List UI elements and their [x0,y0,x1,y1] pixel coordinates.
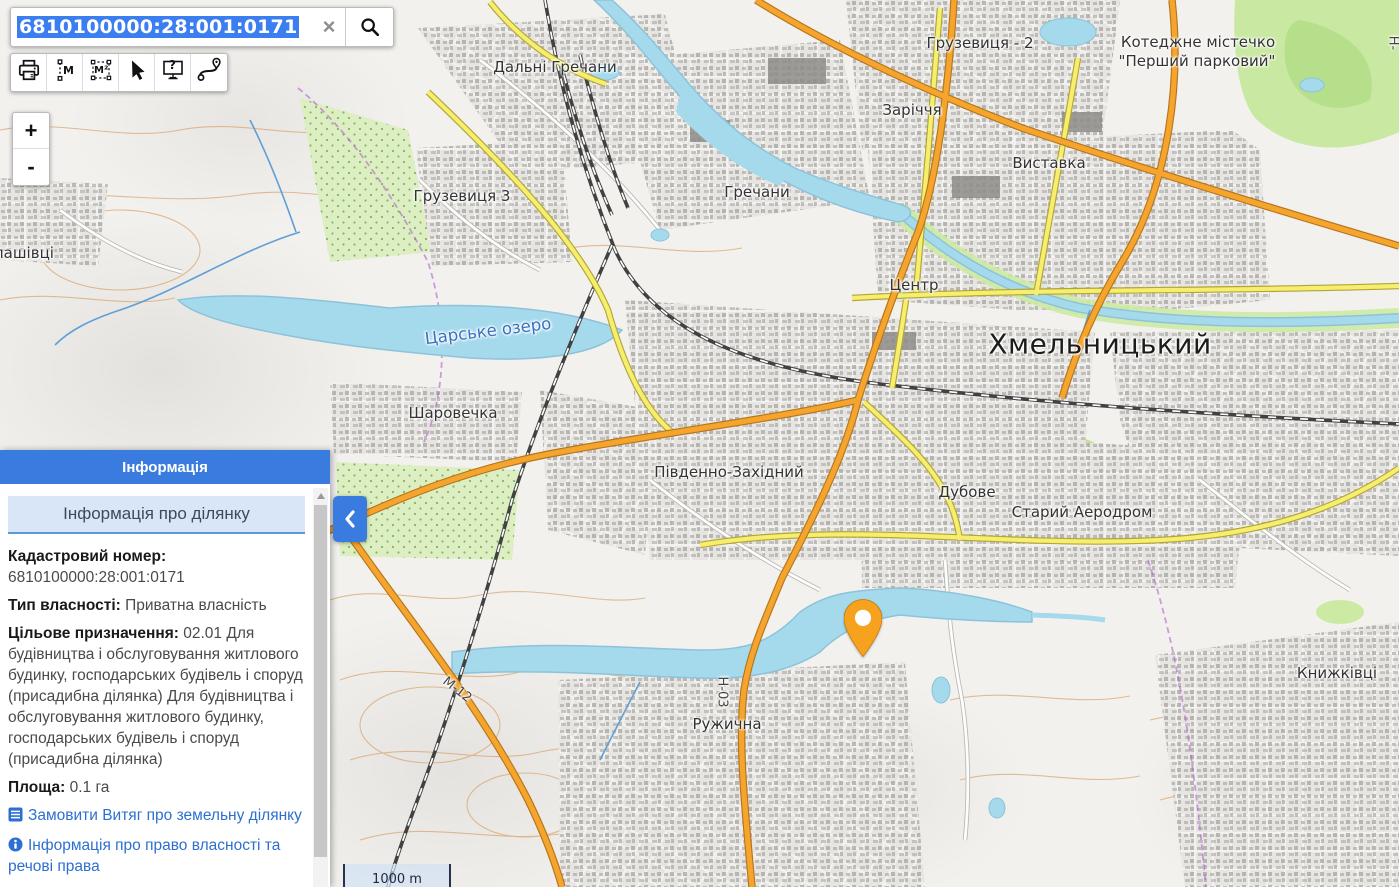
zoom-in-button[interactable]: + [13,113,49,149]
measure-distance-icon [52,57,78,88]
route-icon [195,57,223,88]
map-toolbar: MM²? [10,53,228,92]
parcel-links: Замовити Витяг про земельну ділянку Інфор… [8,805,305,887]
help-monitor-icon [160,57,186,88]
toolbar-button-pointer[interactable] [119,54,155,91]
search-value: 6810100000:28:001:0171 [17,16,299,38]
search-button[interactable] [345,8,393,46]
chevron-left-icon [342,509,358,529]
close-icon[interactable]: × [313,8,345,46]
toolbar-button-route[interactable] [191,54,227,91]
search-bar: 6810100000:28:001:0171 × [10,7,394,47]
scale-label: 1000 m [372,872,422,887]
search-icon [359,16,381,38]
info-panel: Інформація Інформація про ділянку Кадаст… [0,450,330,887]
info-circle-icon [8,837,28,854]
up-arrow-icon[interactable] [313,488,328,504]
parcel-field: Цільове призначення: 02.01 Для будівницт… [8,623,305,770]
parcel-link[interactable]: Інформація про право власності та речові… [8,835,305,877]
zoom-control: + - [12,112,50,186]
info-panel-header[interactable]: Інформація [0,450,330,484]
toolbar-button-print[interactable] [11,54,47,91]
zoom-out-button[interactable]: - [13,149,49,185]
scale-bar: 1000 m [343,864,451,887]
parcel-field: Кадастровий номер:6810100000:28:001:0171 [8,546,305,588]
parcel-link[interactable]: Замовити Витяг про земельну ділянку [8,805,305,826]
app: Дальні ГречаниГрузевиця - 2Котеджне міст… [0,0,1399,887]
document-list-icon [8,807,28,824]
cursor-icon [125,58,149,87]
collapse-panel-button[interactable] [333,496,367,542]
parcel-field: Тип власності: Приватна власність [8,595,305,616]
parcel-fields: Кадастровий номер:6810100000:28:001:0171… [8,546,305,798]
toolbar-button-help[interactable]: ? [155,54,191,91]
tab-parcel-info[interactable]: Інформація про ділянку [8,496,305,534]
scrollbar-thumb[interactable] [314,505,327,857]
parcel-field: Площа: 0.1 га [8,777,305,798]
search-input[interactable]: 6810100000:28:001:0171 [11,8,313,46]
panel-scrollbar[interactable] [313,488,328,887]
measure-area-icon [88,57,114,88]
toolbar-button-measure-distance[interactable]: M [47,54,83,91]
info-panel-body: Інформація про ділянку Кадастровий номер… [0,484,313,887]
toolbar-button-measure-area[interactable]: M² [83,54,119,91]
printer-icon [16,57,42,88]
